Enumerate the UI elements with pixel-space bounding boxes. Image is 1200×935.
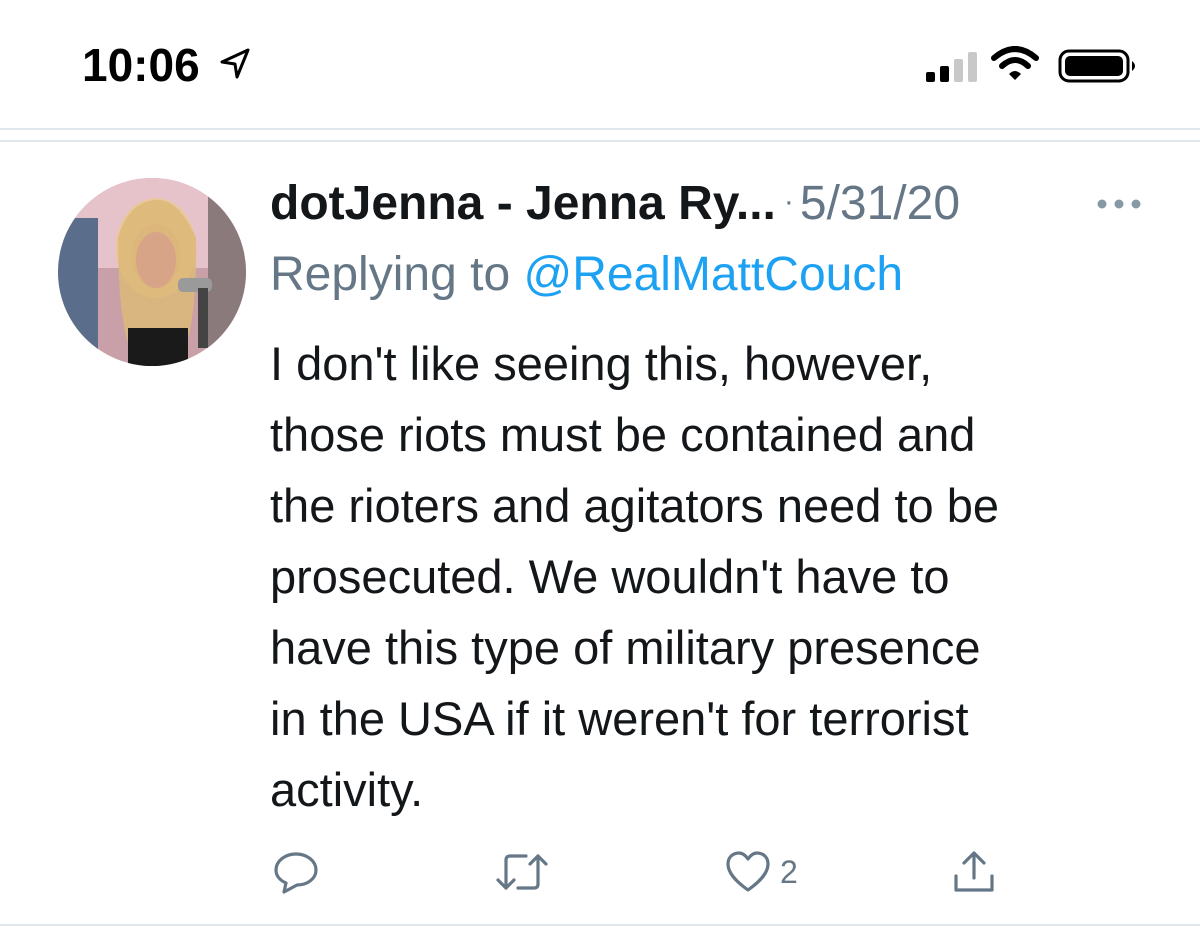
tweet-text: I don't like seeing this, however, those…	[270, 328, 1170, 825]
retweet-icon	[496, 854, 548, 890]
tweet-date[interactable]: 5/31/20	[800, 177, 960, 230]
tweet-card[interactable]: dotJenna - Jenna Ry... · 5/31/20 Replying …	[0, 142, 1200, 924]
tweet-text-line: I don't like seeing this, however,	[270, 337, 933, 390]
share-icon	[954, 851, 994, 892]
cellular-signal-icon	[926, 52, 977, 82]
location-arrow-icon	[220, 48, 250, 79]
replying-handle-link[interactable]: @RealMattCouch	[523, 248, 903, 301]
tweet-text-line: those riots must be contained and	[270, 408, 976, 461]
reply-button[interactable]	[272, 848, 320, 896]
like-button[interactable]	[724, 848, 772, 896]
share-button[interactable]	[950, 848, 998, 896]
author-line: dotJenna - Jenna Ry... · 5/31/20	[270, 176, 1150, 236]
retweet-button[interactable]	[494, 848, 550, 896]
status-time: 10:06	[82, 39, 200, 91]
wifi-icon	[991, 46, 1039, 80]
tweet-text-line: prosecuted. We wouldn't have to	[270, 550, 950, 603]
tweet-text-line: activity.	[270, 763, 424, 816]
display-name[interactable]: dotJenna - Jenna Ry...	[270, 177, 776, 230]
tweet-text-line: in the USA if it weren't for terrorist	[270, 692, 969, 745]
like-count: 2	[780, 854, 798, 890]
avatar[interactable]	[58, 178, 246, 366]
heart-icon	[726, 851, 770, 892]
tweet-bottom-divider	[0, 924, 1200, 926]
more-options-icon[interactable]	[1096, 196, 1142, 212]
separator-dot: ·	[783, 185, 794, 218]
replying-to: Replying to @RealMattCouch	[270, 247, 903, 302]
tweet-text-line: the rioters and agitators need to be	[270, 479, 999, 532]
reply-icon	[274, 852, 318, 894]
status-bar: 10:06	[0, 0, 1200, 128]
status-bar-divider	[0, 128, 1200, 130]
tweet-text-line: have this type of military presence	[270, 621, 981, 674]
replying-prefix: Replying to	[270, 248, 511, 301]
battery-icon	[1058, 49, 1135, 83]
